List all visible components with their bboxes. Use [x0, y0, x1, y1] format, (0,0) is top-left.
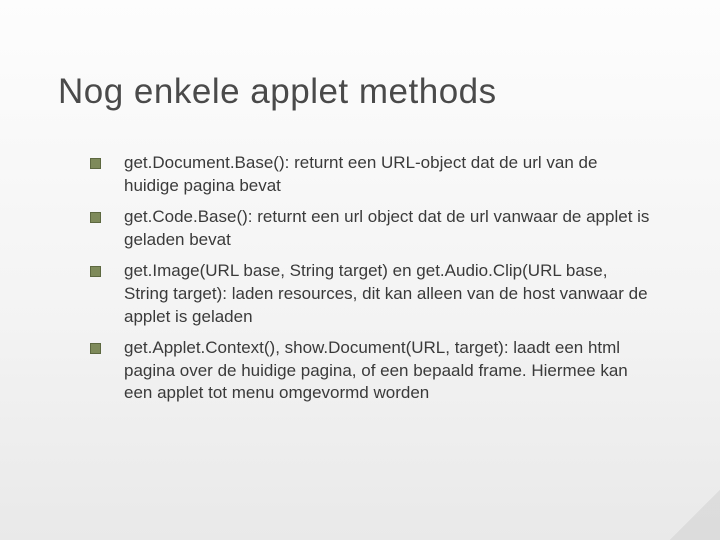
bullet-square-icon	[90, 158, 101, 169]
slide-content: get.Document.Base(): returnt een URL-obj…	[90, 152, 650, 413]
list-item-text: get.Document.Base(): returnt een URL-obj…	[124, 153, 597, 195]
list-item: get.Code.Base(): returnt een url object …	[90, 206, 650, 252]
list-item-text: get.Code.Base(): returnt een url object …	[124, 207, 649, 249]
list-item: get.Applet.Context(), show.Document(URL,…	[90, 337, 650, 406]
list-item: get.Image(URL base, String target) en ge…	[90, 260, 650, 329]
list-item-text: get.Applet.Context(), show.Document(URL,…	[124, 338, 628, 403]
corner-accent	[670, 490, 720, 540]
bullet-square-icon	[90, 266, 101, 277]
list-item: get.Document.Base(): returnt een URL-obj…	[90, 152, 650, 198]
slide-title: Nog enkele applet methods	[58, 72, 497, 112]
slide: Nog enkele applet methods get.Document.B…	[0, 0, 720, 540]
bullet-square-icon	[90, 343, 101, 354]
list-item-text: get.Image(URL base, String target) en ge…	[124, 261, 648, 326]
bullet-list: get.Document.Base(): returnt een URL-obj…	[90, 152, 650, 405]
bullet-square-icon	[90, 212, 101, 223]
